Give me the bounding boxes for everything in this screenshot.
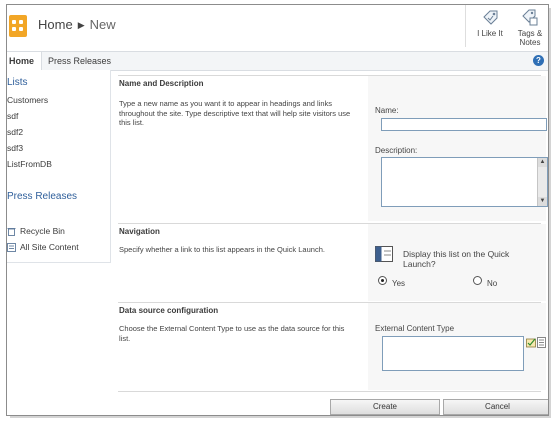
section-desc-data-source: Choose the External Content Type to use … (119, 324, 345, 343)
breadcrumb-current: New (89, 17, 116, 32)
quick-launch-question: Display this list on the Quick Launch? (403, 249, 510, 269)
quick-launch-item-listfromdb[interactable]: ListFromDB (7, 159, 52, 169)
recycle-bin-link[interactable]: Recycle Bin (20, 226, 65, 236)
section-title-data-source: Data source configuration (119, 306, 219, 315)
new-list-form: Name and Description Type a new name as … (118, 75, 548, 415)
description-scrollbar[interactable]: ▲ ▼ (537, 158, 547, 206)
tab-home[interactable]: Home (7, 52, 42, 70)
name-label: Name: (375, 106, 399, 115)
description-label: Description: (375, 146, 418, 155)
like-tag-icon (483, 10, 498, 25)
tags-notes-button[interactable]: Tags & Notes (510, 5, 548, 51)
yes-radio[interactable] (378, 276, 387, 285)
all-site-content-icon (7, 243, 16, 252)
name-input[interactable] (381, 118, 547, 131)
quick-launch-item-sdf[interactable]: sdf (7, 111, 18, 121)
section-title-name-description: Name and Description (119, 79, 204, 88)
tab-press-releases[interactable]: Press Releases (48, 52, 111, 70)
no-radio[interactable] (473, 276, 482, 285)
navigation-fields: Display this list on the Quick Launch? Y… (368, 224, 546, 301)
quick-launch-item-sdf2[interactable]: sdf2 (7, 127, 23, 137)
breadcrumb-arrow-icon: ▶ (77, 20, 85, 30)
create-button[interactable]: Create (330, 399, 440, 415)
tags-notes-label: Tags & Notes (517, 29, 543, 47)
section-divider (118, 391, 541, 392)
i-like-it-button[interactable]: I Like It (470, 5, 510, 51)
name-description-fields: Name: Description: ▲ ▼ (368, 76, 548, 221)
like-label: I Like It (477, 29, 503, 38)
external-content-type-label: External Content Type (375, 324, 455, 333)
help-icon[interactable]: ? (533, 55, 544, 66)
external-content-type-input[interactable] (382, 336, 524, 371)
data-source-fields: External Content Type (368, 303, 546, 390)
recycle-bin-icon (7, 228, 16, 236)
quick-launch-item-customers[interactable]: Customers (7, 95, 48, 105)
quick-launch-item-sdf3[interactable]: sdf3 (7, 143, 23, 153)
section-desc-navigation: Specify whether a link to this list appe… (119, 245, 325, 254)
description-textarea[interactable]: ▲ ▼ (381, 157, 548, 207)
all-site-content-link[interactable]: All Site Content (20, 242, 79, 252)
breadcrumb: Home ▶ New (38, 17, 116, 32)
yes-label: Yes (392, 279, 406, 288)
no-label: No (487, 279, 498, 288)
section-title-navigation: Navigation (119, 227, 160, 236)
breadcrumb-site-link[interactable]: Home (38, 17, 73, 32)
sharepoint-logo-icon[interactable] (9, 15, 27, 37)
scroll-down-arrow-icon[interactable]: ▼ (538, 197, 547, 206)
quick-launch-heading-press-releases[interactable]: Press Releases (7, 191, 77, 202)
top-navigation-bar: Home Press Releases ? (7, 51, 548, 71)
app-window: Home ▶ New I Like It Tags & Notes Home Pre… (6, 4, 549, 416)
quick-launch: Lists Customers sdf sdf2 sdf3 ListFromDB… (7, 70, 111, 263)
quick-launch-icon (375, 246, 393, 262)
quick-launch-heading-lists[interactable]: Lists (7, 77, 28, 88)
site-header: Home ▶ New I Like It Tags & Notes (7, 5, 548, 51)
cancel-button[interactable]: Cancel (443, 399, 548, 415)
check-names-icon[interactable] (526, 337, 537, 348)
header-divider (465, 5, 466, 47)
section-desc-name-description: Type a new name as you want it to appear… (119, 99, 351, 127)
scroll-up-arrow-icon[interactable]: ▲ (538, 158, 547, 167)
tags-notes-icon (522, 9, 538, 26)
browse-external-types-icon[interactable] (537, 337, 547, 348)
